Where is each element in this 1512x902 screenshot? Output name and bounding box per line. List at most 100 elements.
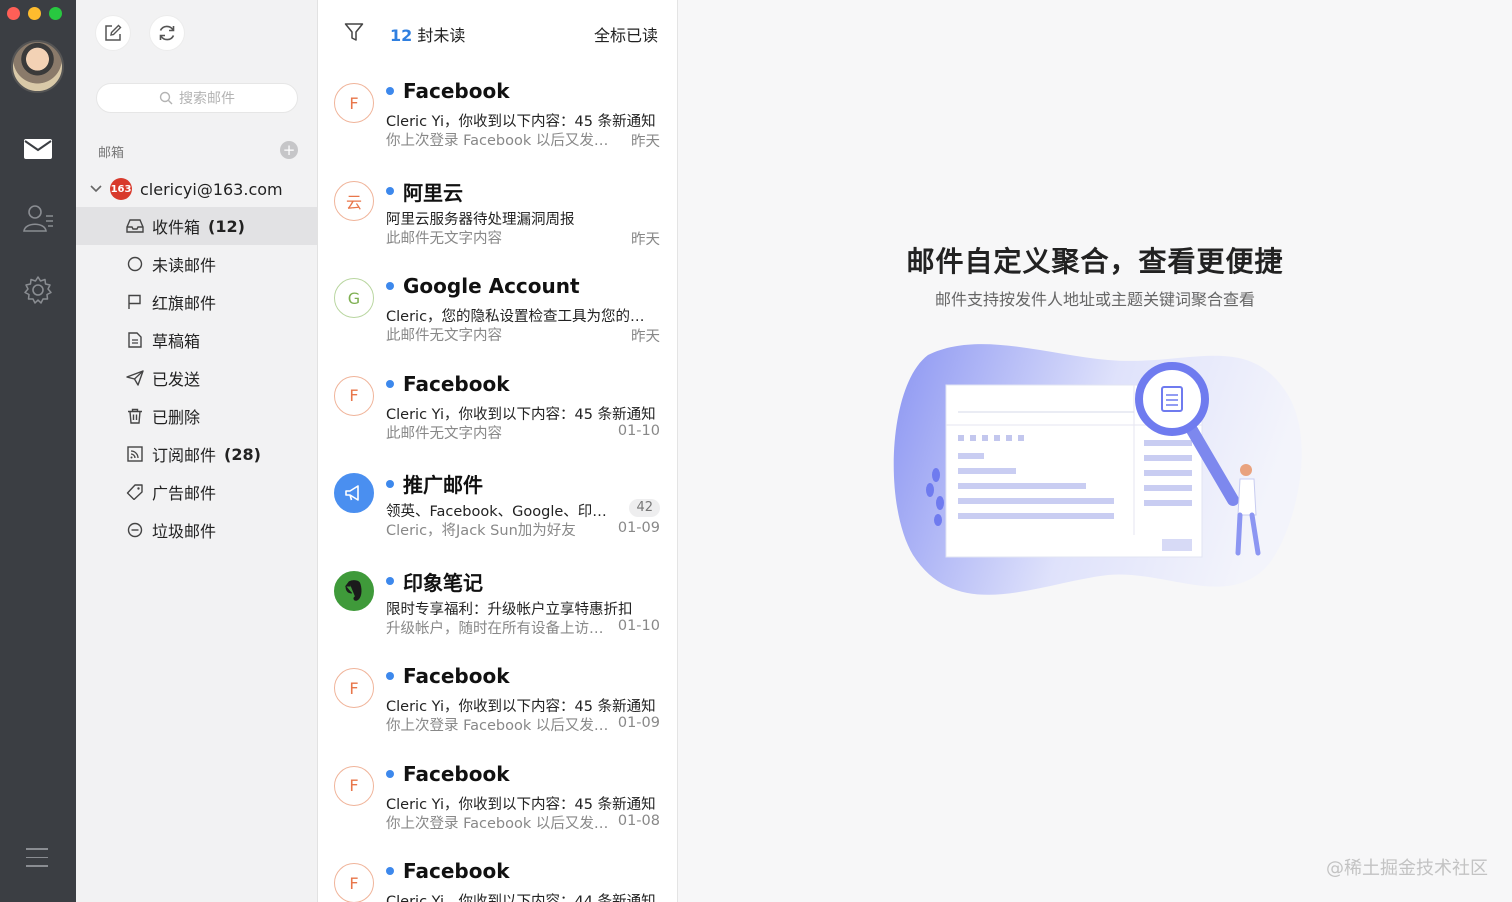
unread-dot: [386, 867, 394, 875]
watermark: @稀土掘金技术社区: [1326, 858, 1488, 879]
thread-count-badge: 42: [629, 499, 660, 517]
add-account-button[interactable]: +: [280, 141, 298, 159]
user-avatar[interactable]: [11, 40, 64, 93]
message-list: 12 封未读 全标已读 F Facebook Cleric Yi，你收到以下内容…: [318, 0, 678, 902]
message-subject: Cleric Yi，你收到以下内容：45 条新通知: [386, 114, 656, 130]
folder-spam[interactable]: 垃圾邮件: [76, 511, 317, 549]
trash-icon: [128, 408, 142, 424]
folder-flagged[interactable]: 红旗邮件: [76, 283, 317, 321]
message-subject: 领英、Facebook、Google、印象…: [386, 504, 620, 520]
message-preview: 你上次登录 Facebook 以后又发…: [386, 815, 609, 832]
message-item[interactable]: 印象笔记 限时专享福利：升级帐户立享特惠折扣 升级帐户，随时在所有设备上访… 0…: [318, 552, 677, 650]
search-icon: [159, 91, 173, 105]
folder-subscriptions[interactable]: 订阅邮件 (28): [76, 435, 317, 473]
unread-dot: [386, 187, 394, 195]
folder-unread[interactable]: 未读邮件: [76, 245, 317, 283]
folder-label: 广告邮件: [152, 484, 217, 503]
window-close-button[interactable]: [7, 7, 20, 20]
menu-icon[interactable]: [26, 848, 48, 874]
message-date: 01-10: [617, 422, 660, 439]
message-preview: 此邮件无文字内容: [386, 425, 502, 442]
unread-count: 12: [390, 26, 413, 45]
contacts-icon[interactable]: [20, 200, 56, 236]
window-minimize-button[interactable]: [28, 7, 41, 20]
mail-icon[interactable]: [20, 131, 56, 167]
message-date: 昨天: [631, 329, 660, 345]
message-subject: Cleric Yi，你收到以下内容：44 条新通知: [386, 894, 656, 902]
message-subject: 限时专享福利：升级帐户立享特惠折扣: [386, 601, 633, 618]
mailbox-section-label: 邮箱: [98, 146, 125, 161]
compose-button[interactable]: [96, 16, 130, 50]
compose-icon: [105, 24, 122, 41]
message-subject: Cleric，您的隐私设置检查工具为您的…: [386, 309, 645, 325]
empty-state-title: 邮件自定义聚合，查看更便捷: [906, 245, 1284, 278]
message-preview: Cleric，将Jack Sun加为好友: [386, 523, 576, 539]
folder-ads[interactable]: 广告邮件: [76, 473, 317, 511]
folder-sidebar: 搜索邮件 邮箱 + 163 clericyi@163.com 收件箱 (12) …: [76, 0, 318, 902]
message-subject: Cleric Yi，你收到以下内容：45 条新通知: [386, 406, 656, 423]
message-sender: 阿里云: [403, 180, 463, 205]
message-items: F Facebook Cleric Yi，你收到以下内容：45 条新通知 你上次…: [318, 64, 677, 902]
message-list-header: 12 封未读 全标已读: [318, 0, 677, 64]
folder-label: 收件箱: [152, 218, 201, 237]
unread-dot: [386, 379, 394, 388]
account-email: clericyi@163.com: [140, 179, 283, 199]
message-date: 昨天: [631, 134, 660, 150]
inbox-icon: [126, 219, 144, 233]
folder-label: 已发送: [152, 370, 201, 389]
folder-inbox[interactable]: 收件箱 (12): [76, 207, 317, 245]
app-rail: [0, 0, 76, 902]
message-sender: 印象笔记: [403, 570, 483, 595]
sender-avatar: F: [334, 765, 374, 806]
unread-dot: [386, 282, 394, 290]
flag-icon: [128, 294, 141, 309]
aggregation-illustration: [893, 344, 1302, 595]
empty-state-subtitle: 邮件支持按发件人地址或主题关键词聚合查看: [934, 290, 1255, 309]
unread-label: 封未读: [417, 26, 466, 45]
search-input[interactable]: 搜索邮件: [96, 83, 298, 113]
message-sender: Facebook: [403, 761, 510, 786]
refresh-icon: [159, 25, 175, 41]
draft-icon: [128, 332, 142, 348]
message-item[interactable]: F Facebook Cleric Yi，你收到以下内容：45 条新通知 你上次…: [318, 747, 677, 845]
account-row[interactable]: 163 clericyi@163.com: [90, 177, 283, 201]
unread-dot: [386, 769, 394, 778]
message-date: 01-10: [617, 617, 660, 634]
message-sender: 推广邮件: [403, 473, 483, 497]
folder-drafts[interactable]: 草稿箱: [76, 321, 317, 359]
mark-all-read-button[interactable]: 全标已读: [594, 22, 658, 46]
folder-list: 收件箱 (12) 未读邮件 红旗邮件 草稿箱 已发送 已删除 订阅邮件 (28): [76, 207, 317, 549]
unread-dot: [386, 577, 394, 585]
chevron-down-icon[interactable]: [90, 185, 102, 193]
folder-sent[interactable]: 已发送: [76, 359, 317, 397]
message-preview: 此邮件无文字内容: [386, 328, 502, 344]
window-maximize-button[interactable]: [49, 7, 62, 20]
megaphone-icon: [334, 473, 374, 513]
message-item[interactable]: F Facebook Cleric Yi，你收到以下内容：45 条新通知 此邮件…: [318, 357, 677, 455]
folder-label: 已删除: [152, 408, 201, 427]
settings-icon[interactable]: [20, 272, 56, 308]
filter-icon[interactable]: [344, 22, 364, 46]
unread-dot: [386, 479, 394, 488]
message-sender: Facebook: [403, 79, 510, 103]
message-item[interactable]: F Facebook Cleric Yi，你收到以下内容：45 条新通知 你上次…: [318, 649, 677, 747]
message-item[interactable]: F Facebook Cleric Yi，你收到以下内容：44 条新通知: [318, 844, 677, 902]
message-date: 01-09: [617, 715, 660, 731]
tag-icon: [126, 484, 143, 500]
message-sender: Facebook: [403, 859, 510, 883]
account-provider-badge: 163: [110, 178, 132, 200]
message-item[interactable]: 推广邮件 领英、Facebook、Google、印象… 42 Cleric，将J…: [318, 454, 677, 552]
message-sender: Google Account: [403, 274, 580, 298]
evernote-icon: [334, 570, 374, 611]
sender-avatar: F: [334, 375, 374, 416]
message-item[interactable]: F Facebook Cleric Yi，你收到以下内容：45 条新通知 你上次…: [318, 64, 677, 162]
message-date: 昨天: [631, 231, 660, 248]
message-item[interactable]: G Google Account Cleric，您的隐私设置检查工具为您的… 此…: [318, 259, 677, 357]
refresh-button[interactable]: [150, 16, 184, 50]
unread-dot: [386, 87, 394, 95]
send-icon: [126, 370, 144, 386]
message-item[interactable]: 云 阿里云 阿里云服务器待处理漏洞周报 此邮件无文字内容 昨天: [318, 162, 677, 260]
folder-count: (12): [208, 216, 245, 236]
folder-deleted[interactable]: 已删除: [76, 397, 317, 435]
unread-summary: 12 封未读: [390, 22, 465, 46]
